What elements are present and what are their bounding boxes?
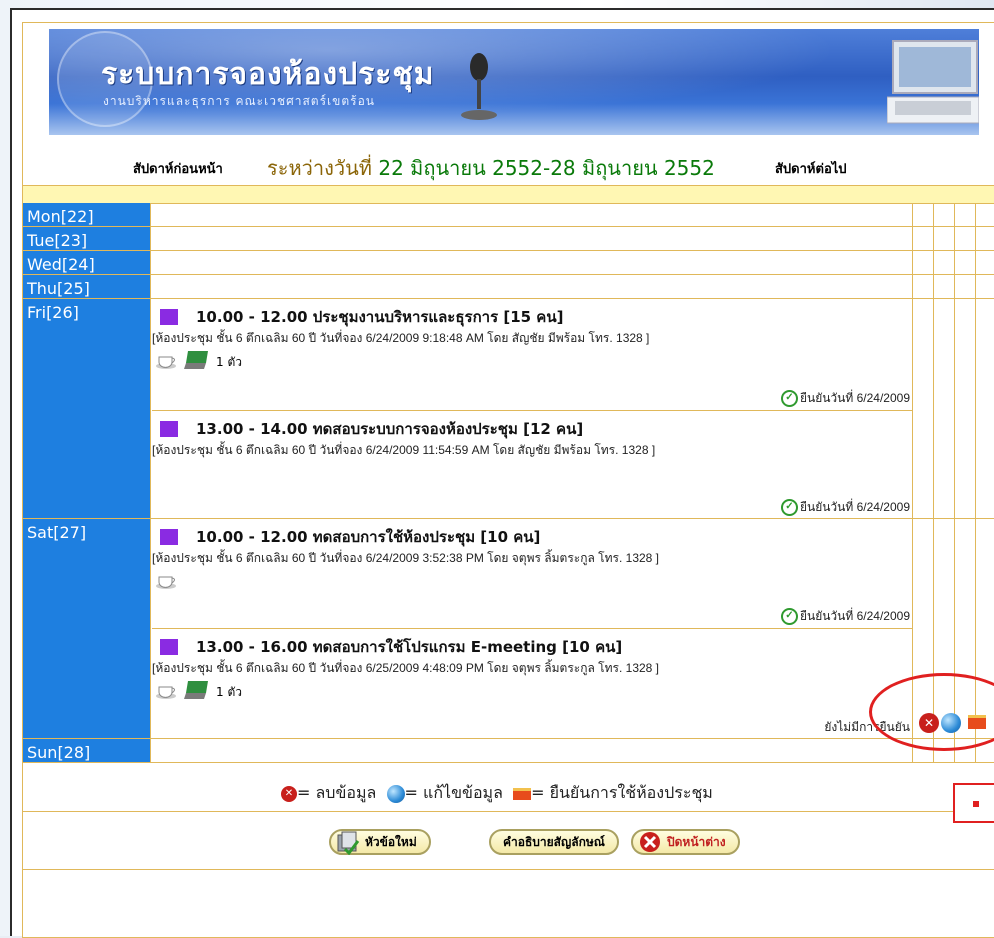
confirmation-status: ✓ ยืนยันวันที่ 6/24/2009: [780, 607, 910, 626]
bullet-icon: [973, 801, 979, 807]
week-range-label: ระหว่างวันที่: [267, 156, 372, 180]
day-label: Thu[25]: [23, 275, 151, 298]
new-topic-button[interactable]: หัวข้อใหม่: [329, 829, 431, 855]
day-row-wed: Wed[24]: [23, 251, 994, 275]
booking-marker-icon: [160, 309, 178, 325]
booking-entry[interactable]: 10.00 - 12.00 ประชุมงานบริหารและธุรการ […: [152, 299, 912, 411]
booking-marker-icon: [160, 529, 178, 545]
booking-title: 13.00 - 14.00 ทดสอบระบบการจองห้องประชุม …: [196, 420, 584, 438]
booking-entry[interactable]: 13.00 - 16.00 ทดสอบการใช้โปรแกรม E-meeti…: [152, 629, 912, 739]
legend-delete: = ลบข้อมูล: [297, 783, 377, 802]
booking-detail: [ห้องประชุม ชั้น 6 ตึกเฉลิม 60 ปี วันที่…: [152, 661, 660, 675]
check-icon: ✓: [780, 608, 798, 626]
booking-panel: ระบบการจองห้องประชุม งานบริหารและธุรการ …: [22, 22, 994, 938]
next-week-link[interactable]: สัปดาห์ต่อไป: [775, 158, 847, 179]
confirmation-status: ✓ ยืนยันวันที่ 6/24/2009: [780, 498, 910, 517]
coffee-cup-icon: [156, 356, 176, 369]
action-buttons: หัวข้อใหม่ คำอธิบายสัญลักษณ์ ปิดหน้าต่าง: [23, 819, 994, 870]
notebook-computer-icon: [184, 681, 208, 699]
day-label: Sun[28]: [23, 739, 151, 762]
check-icon: ✓: [780, 499, 798, 517]
week-navigation: สัปดาห์ก่อนหน้า ระหว่างวันที่ 22 มิถุนาย…: [23, 152, 994, 180]
banner-title: ระบบการจองห้องประชุม: [101, 57, 435, 92]
edit-globe-icon: [386, 784, 405, 803]
booking-title: 10.00 - 12.00 ทดสอบการใช้ห้องประชุม [10 …: [196, 528, 541, 546]
symbol-description-button[interactable]: คำอธิบายสัญลักษณ์: [489, 829, 619, 855]
equipment-quantity: 1 ตัว: [216, 355, 242, 369]
day-row-sun: Sun[28]: [23, 739, 994, 763]
legend-confirm: = ยืนยันการใช้ห้องประชุม: [531, 783, 713, 802]
banner-subtitle: งานบริหารและธุรการ คณะเวชศาสตร์เขตร้อน: [103, 94, 375, 108]
booking-entry[interactable]: 10.00 - 12.00 ทดสอบการใช้ห้องประชุม [10 …: [152, 519, 912, 629]
day-row-tue: Tue[23]: [23, 227, 994, 251]
day-row-sat: Sat[27] 10.00 - 12.00 ทดสอบการใช้ห้องประ…: [23, 519, 994, 739]
booking-marker-icon: [160, 421, 178, 437]
week-range: ระหว่างวันที่ 22 มิถุนายน 2552-28 มิถุนา…: [267, 152, 715, 184]
booking-detail: [ห้องประชุม ชั้น 6 ตึกเฉลิม 60 ปี วันที่…: [152, 443, 656, 457]
laptop-image: [887, 40, 979, 124]
booking-detail: [ห้องประชุม ชั้น 6 ตึกเฉลิม 60 ปี วันที่…: [152, 551, 660, 565]
check-icon: ✓: [780, 390, 798, 408]
day-label: Tue[23]: [23, 227, 151, 250]
delete-icon: ✕: [281, 785, 297, 802]
folder-icon: [337, 831, 360, 855]
day-row-mon: Mon[22]: [23, 203, 994, 227]
browser-content-frame: ระบบการจองห้องประชุม งานบริหารและธุรการ …: [10, 8, 994, 938]
confirm-booking-icon: [513, 787, 532, 800]
coffee-cup-icon: [156, 686, 176, 699]
legend-edit: = แก้ไขข้อมูล: [404, 783, 503, 802]
day-label: Sat[27]: [23, 519, 151, 738]
microphone-icon: [461, 53, 497, 120]
confirmation-status: ✓ ยืนยันวันที่ 6/24/2009: [780, 389, 910, 408]
day-row-thu: Thu[25]: [23, 275, 994, 299]
day-label: Wed[24]: [23, 251, 151, 274]
booking-title: 10.00 - 12.00 ประชุมงานบริหารและธุรการ […: [196, 308, 564, 326]
coffee-cup-icon: [156, 576, 176, 589]
equipment-quantity: 1 ตัว: [216, 685, 242, 699]
header-divider: [23, 185, 994, 204]
day-row-fri: Fri[26] 10.00 - 12.00 ประชุมงานบริหารและ…: [23, 299, 994, 519]
close-icon: [640, 832, 660, 852]
booking-detail: [ห้องประชุม ชั้น 6 ตึกเฉลิม 60 ปี วันที่…: [152, 331, 650, 345]
week-range-value: 22 มิถุนายน 2552-28 มิถุนายน 2552: [378, 156, 715, 180]
header-banner: ระบบการจองห้องประชุม งานบริหารและธุรการ …: [49, 29, 979, 135]
icon-legend: ✕ = ลบข้อมูล = แก้ไขข้อมูล = ยืนยันการใช้…: [23, 771, 994, 812]
day-label: Fri[26]: [23, 299, 151, 518]
previous-week-link[interactable]: สัปดาห์ก่อนหน้า: [133, 158, 223, 179]
booking-title: 13.00 - 16.00 ทดสอบการใช้โปรแกรม E-meeti…: [196, 638, 623, 656]
notebook-computer-icon: [184, 351, 208, 369]
day-label: Mon[22]: [23, 203, 151, 226]
booking-entry[interactable]: 13.00 - 14.00 ทดสอบระบบการจองห้องประชุม …: [152, 411, 912, 519]
booking-marker-icon: [160, 639, 178, 655]
close-window-button[interactable]: ปิดหน้าต่าง: [631, 829, 740, 855]
cropped-popup-box: [953, 783, 994, 823]
